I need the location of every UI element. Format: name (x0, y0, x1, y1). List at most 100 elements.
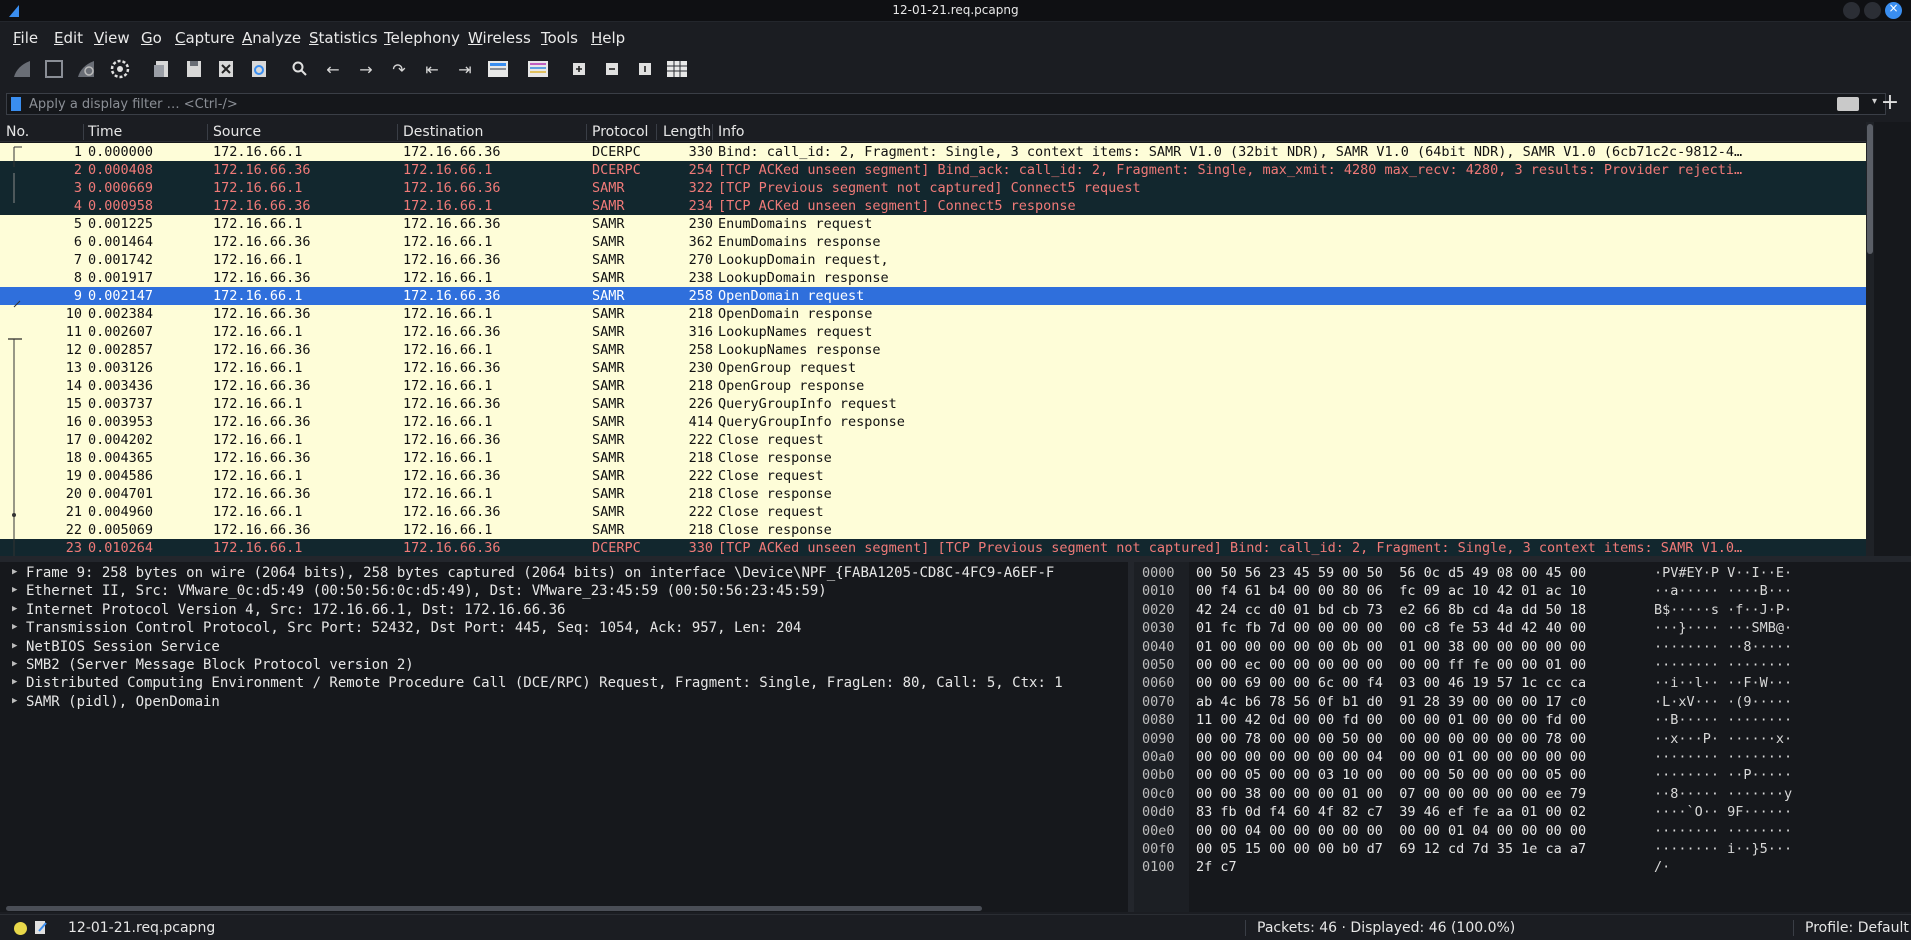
tree-item[interactable]: ▶ Frame 9: 258 bytes on wire (2064 bits),… (0, 564, 1128, 582)
table-row[interactable]: 3 0.000669 172.16.66.1 172.16.66.36 SAMR 322[… (0, 179, 1866, 197)
expand-arrow-icon[interactable]: ▶ (12, 641, 17, 651)
table-row[interactable]: 16 0.003953 172.16.66.36 172.16.66.1 SAMR 414… (0, 413, 1866, 431)
scrollbar-thumb[interactable] (1867, 124, 1873, 254)
table-row[interactable]: 19 0.004586 172.16.66.1 172.16.66.36 SAMR 222… (0, 467, 1866, 485)
table-row[interactable]: 11 0.002607 172.16.66.1 172.16.66.36 SAMR 316… (0, 323, 1866, 341)
zoom-in-icon[interactable] (567, 57, 591, 81)
table-row[interactable]: 1 0.000000 172.16.66.1 172.16.66.36 DCERPC 33… (0, 143, 1866, 161)
hex-row[interactable]: 00e0 00 00 04 00 00 00 00 00 00 00 01 04 … (1134, 822, 1911, 840)
table-row[interactable]: 10 0.002384 172.16.66.36 172.16.66.1 SAMR 218… (0, 305, 1866, 323)
save-file-icon[interactable] (182, 57, 206, 81)
hex-row[interactable]: 0080 11 00 42 0d 00 00 fd 00 00 00 01 00 … (1134, 711, 1911, 729)
tree-item[interactable]: ▶ Internet Protocol Version 4, Src: 172.1… (0, 601, 1128, 619)
bookmark-icon[interactable] (11, 97, 21, 111)
menu-analyze[interactable]: Analyze (242, 29, 301, 47)
details-horizontal-scrollbar[interactable] (6, 906, 982, 911)
hex-row[interactable]: 0090 00 00 78 00 00 00 50 00 00 00 00 00 … (1134, 730, 1911, 748)
zoom-out-icon[interactable] (600, 57, 624, 81)
column-protocol[interactable]: Protocol (592, 124, 648, 140)
hex-row[interactable]: 0100 2f c7 /· (1134, 858, 1911, 876)
menu-edit[interactable]: Edit (54, 29, 83, 47)
expand-arrow-icon[interactable]: ▶ (12, 696, 17, 706)
tree-item[interactable]: ▶ Transmission Control Protocol, Src Port… (0, 619, 1128, 637)
table-row[interactable]: 23 0.010264 172.16.66.1 172.16.66.36 DCERPC 3… (0, 539, 1866, 557)
menu-go[interactable]: Go (141, 29, 162, 47)
hex-row[interactable]: 00f0 00 05 15 00 00 00 b0 d7 69 12 cd 7d … (1134, 840, 1911, 858)
tree-item[interactable]: ▶ Distributed Computing Environment / Rem… (0, 674, 1128, 692)
table-row[interactable]: 18 0.004365 172.16.66.36 172.16.66.1 SAMR 218… (0, 449, 1866, 467)
normal-size-icon[interactable] (633, 57, 657, 81)
column-divider[interactable] (586, 124, 587, 140)
hex-row[interactable]: 00b0 00 00 05 00 00 03 10 00 00 00 50 00 … (1134, 766, 1911, 784)
colorize-icon[interactable] (526, 57, 550, 81)
find-packet-icon[interactable] (288, 57, 312, 81)
table-row[interactable]: 4 0.000958 172.16.66.36 172.16.66.1 SAMR 234[… (0, 197, 1866, 215)
menu-statistics[interactable]: Statistics (309, 29, 378, 47)
menu-capture[interactable]: Capture (175, 29, 235, 47)
table-row[interactable]: 20 0.004701 172.16.66.36 172.16.66.1 SAMR 218… (0, 485, 1866, 503)
column-source[interactable]: Source (213, 124, 261, 140)
table-row[interactable]: 13 0.003126 172.16.66.1 172.16.66.36 SAMR 230… (0, 359, 1866, 377)
table-row[interactable]: 15 0.003737 172.16.66.1 172.16.66.36 SAMR 226… (0, 395, 1866, 413)
tree-item[interactable]: ▶ Ethernet II, Src: VMware_0c:d5:49 (00:5… (0, 582, 1128, 600)
autoscroll-icon[interactable] (486, 57, 510, 81)
expand-arrow-icon[interactable]: ▶ (12, 622, 17, 632)
resize-columns-icon[interactable] (665, 57, 689, 81)
minimize-button[interactable] (1843, 2, 1860, 19)
goto-packet-icon[interactable]: ↷ (387, 57, 411, 81)
status-profile[interactable]: Profile: Default (1805, 920, 1909, 936)
gear-options-icon[interactable] (108, 57, 132, 81)
apply-filter-arrow-icon[interactable] (1837, 97, 1859, 111)
column-divider[interactable] (712, 124, 713, 140)
shark-fin-restart-icon[interactable] (74, 57, 98, 81)
table-row[interactable]: 2 0.000408 172.16.66.36 172.16.66.1 DCERPC 25… (0, 161, 1866, 179)
hex-row[interactable]: 00a0 00 00 00 00 00 00 00 04 00 00 01 00 … (1134, 748, 1911, 766)
table-row[interactable]: 9 0.002147 172.16.66.1 172.16.66.36 SAMR 258 O… (0, 287, 1866, 305)
expand-arrow-icon[interactable]: ▶ (12, 567, 17, 577)
back-arrow-icon[interactable]: ← (321, 57, 345, 81)
column-divider[interactable] (83, 124, 84, 140)
table-row[interactable]: 7 0.001742 172.16.66.1 172.16.66.36 SAMR 270 L… (0, 251, 1866, 269)
tree-item[interactable]: ▶ NetBIOS Session Service (0, 638, 1128, 656)
tree-item[interactable]: ▶ SMB2 (Server Message Block Protocol ver… (0, 656, 1128, 674)
capture-comment-icon[interactable] (34, 920, 48, 935)
column-time[interactable]: Time (88, 124, 122, 140)
hex-row[interactable]: 00d0 83 fb 0d f4 60 4f 82 c7 39 46 ef fe … (1134, 803, 1911, 821)
tree-item[interactable]: ▶ SAMR (pidl), OpenDomain (0, 693, 1128, 711)
table-row[interactable]: 21 0.004960 172.16.66.1 172.16.66.36 SAMR 222… (0, 503, 1866, 521)
hex-row[interactable]: 0070 ab 4c b6 78 56 0f b1 d0 91 28 39 00 … (1134, 693, 1911, 711)
menu-tools[interactable]: Tools (541, 29, 578, 47)
packet-list-scrollbar[interactable] (1866, 122, 1911, 560)
close-file-icon[interactable] (214, 57, 238, 81)
column-divider[interactable] (207, 124, 208, 140)
menu-file[interactable]: File (13, 29, 38, 47)
last-packet-icon[interactable]: ⇥ (453, 57, 477, 81)
menu-telephony[interactable]: Telephony (384, 29, 460, 47)
first-packet-icon[interactable]: ⇤ (420, 57, 444, 81)
reload-file-icon[interactable] (247, 57, 271, 81)
stop-square-icon[interactable] (42, 57, 66, 81)
forward-arrow-icon[interactable]: → (354, 57, 378, 81)
display-filter-input[interactable] (29, 95, 1829, 113)
expand-arrow-icon[interactable]: ▶ (12, 659, 17, 669)
hex-row[interactable]: 0010 00 f4 61 b4 00 00 80 06 fc 09 ac 10 … (1134, 582, 1911, 600)
menu-view[interactable]: View (94, 29, 130, 47)
menu-help[interactable]: Help (591, 29, 625, 47)
table-row[interactable]: 8 0.001917 172.16.66.36 172.16.66.1 SAMR 238 L… (0, 269, 1866, 287)
close-window-button[interactable]: × (1885, 1, 1902, 19)
hex-row[interactable]: 0040 01 00 00 00 00 00 0b 00 01 00 38 00 … (1134, 638, 1911, 656)
shark-fin-start-icon[interactable] (10, 57, 34, 81)
column-no[interactable]: No. (6, 124, 29, 140)
expand-arrow-icon[interactable]: ▶ (12, 677, 17, 687)
column-divider[interactable] (397, 124, 398, 140)
maximize-button[interactable] (1864, 2, 1881, 19)
hex-row[interactable]: 00c0 00 00 38 00 00 00 01 00 07 00 00 00 … (1134, 785, 1911, 803)
open-file-icon[interactable] (150, 57, 174, 81)
hex-row[interactable]: 0020 42 24 cc d0 01 bd cb 73 e2 66 8b cd … (1134, 601, 1911, 619)
hex-row[interactable]: 0060 00 00 69 00 00 6c 00 f4 03 00 46 19 … (1134, 674, 1911, 692)
menu-wireless[interactable]: Wireless (468, 29, 531, 47)
hex-row[interactable]: 0030 01 fc fb 7d 00 00 00 00 00 c8 fe 53 … (1134, 619, 1911, 637)
table-row[interactable]: 14 0.003436 172.16.66.36 172.16.66.1 SAMR 218… (0, 377, 1866, 395)
expert-info-led-icon[interactable] (14, 922, 27, 935)
table-row[interactable]: 5 0.001225 172.16.66.1 172.16.66.36 SAMR 230 E… (0, 215, 1866, 233)
